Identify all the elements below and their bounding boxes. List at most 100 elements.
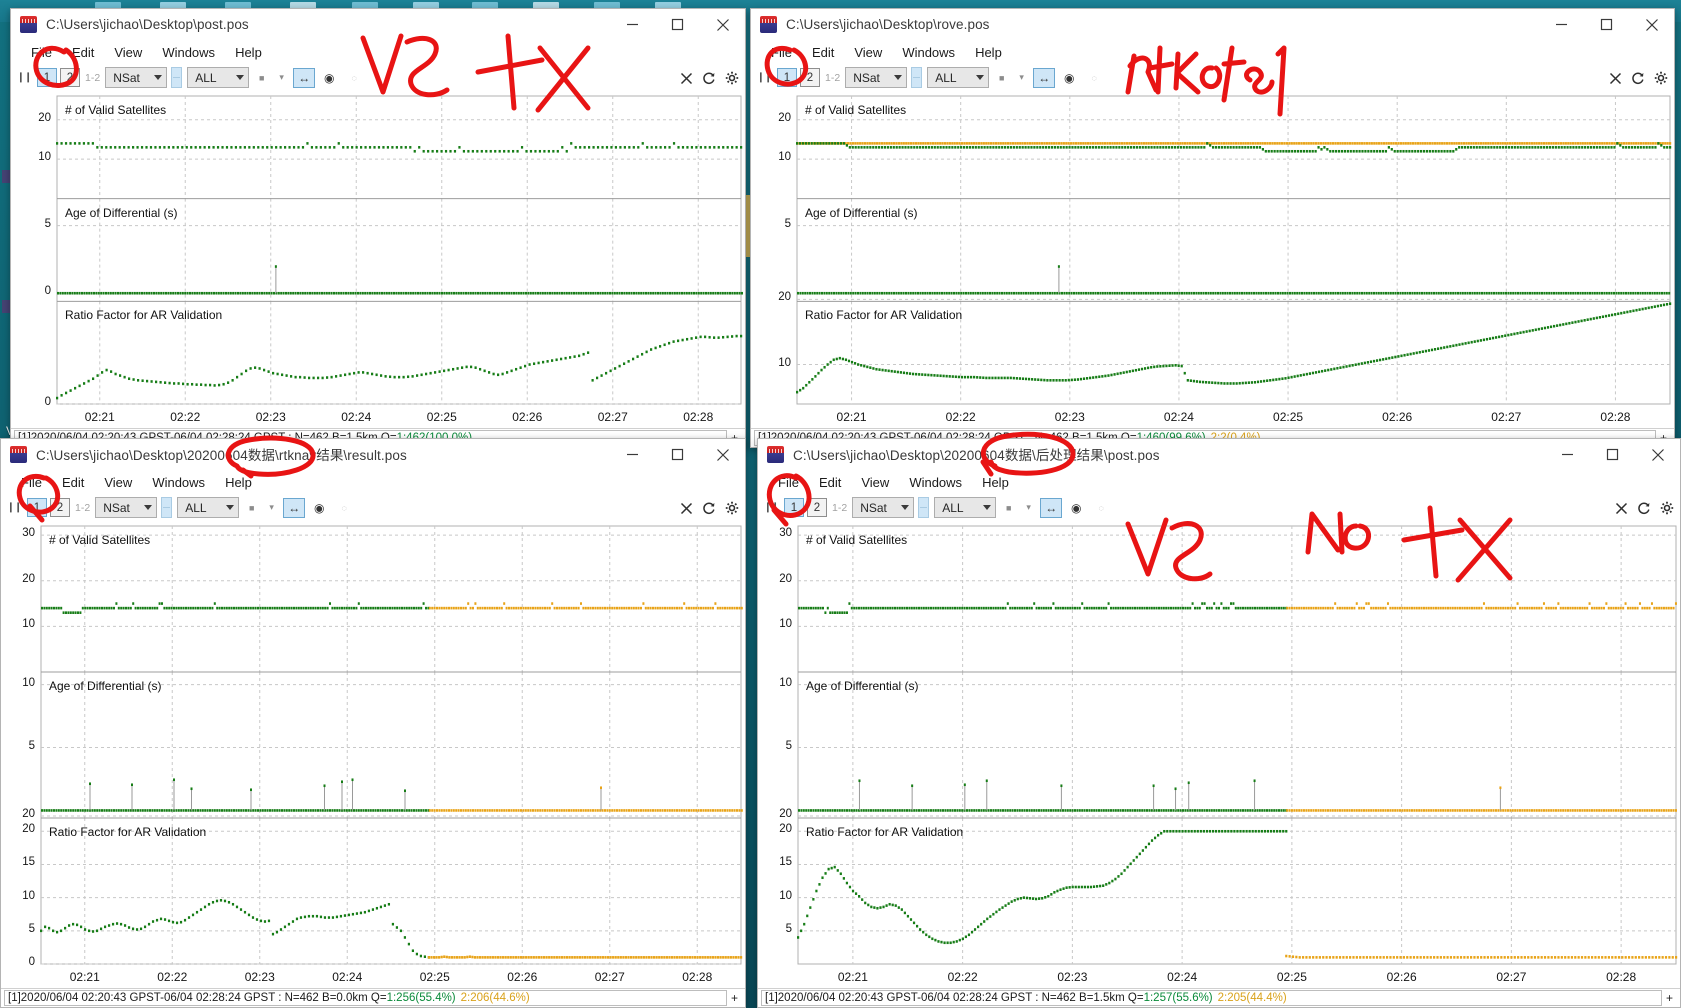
plot-type-combo[interactable]: NSat — [852, 497, 915, 518]
close-icon[interactable] — [1615, 502, 1628, 515]
window-titlebar[interactable]: C:\Users\jichao\Desktop\post.pos — [11, 9, 745, 40]
minimize-button[interactable] — [1539, 9, 1584, 40]
minimize-button[interactable] — [1545, 439, 1590, 470]
window-titlebar[interactable]: C:\Users\jichao\Desktop\rove.pos — [751, 9, 1674, 40]
center-target-icon[interactable]: ◉ — [1058, 68, 1080, 88]
menu-item-view[interactable]: View — [94, 473, 142, 492]
solution-2-button[interactable]: 2 — [50, 498, 70, 517]
menu-item-help[interactable]: Help — [215, 473, 262, 492]
value-spinner[interactable] — [911, 67, 923, 88]
status-expand-icon[interactable]: + — [727, 991, 742, 1005]
circle-icon[interactable]: ◌ — [1083, 68, 1105, 88]
minimize-button[interactable] — [610, 9, 655, 40]
fit-width-icon[interactable]: ↔ — [293, 67, 316, 88]
solution-1-button[interactable]: 1 — [777, 68, 797, 87]
satellite-filter-combo[interactable]: ALL — [177, 497, 240, 518]
plot-canvas[interactable] — [758, 522, 1681, 990]
window-titlebar[interactable]: C:\Users\jichao\Desktop\20200604数据\后处理结果… — [758, 439, 1680, 470]
small-dot-icon[interactable]: ■ — [1000, 499, 1017, 516]
minimize-button[interactable] — [610, 439, 655, 470]
menu-item-windows[interactable]: Windows — [152, 43, 225, 62]
maximize-button[interactable] — [655, 439, 700, 470]
caret-down-icon[interactable]: ▾ — [1020, 499, 1037, 516]
menu-item-help[interactable]: Help — [225, 43, 272, 62]
refresh-icon[interactable] — [702, 501, 716, 515]
center-target-icon[interactable]: ◉ — [308, 498, 330, 518]
circle-icon[interactable]: ◌ — [343, 68, 365, 88]
circle-icon[interactable]: ◌ — [1090, 498, 1112, 518]
menu-item-help[interactable]: Help — [972, 473, 1019, 492]
window-titlebar[interactable]: C:\Users\jichao\Desktop\20200604数据\rtkna… — [1, 439, 745, 470]
menu-item-windows[interactable]: Windows — [899, 473, 972, 492]
plot-type-combo[interactable]: NSat — [105, 67, 168, 88]
center-target-icon[interactable]: ◉ — [318, 68, 340, 88]
refresh-icon[interactable] — [1637, 501, 1651, 515]
menu-item-edit[interactable]: Edit — [802, 43, 844, 62]
value-spinner[interactable] — [161, 497, 173, 518]
pause-icon[interactable]: ❙❙ — [15, 70, 33, 86]
value-spinner[interactable] — [171, 67, 183, 88]
menu-item-edit[interactable]: Edit — [809, 473, 851, 492]
close-icon[interactable] — [680, 72, 693, 85]
caret-down-icon[interactable]: ▾ — [273, 69, 290, 86]
solution-12-label[interactable]: 1-2 — [85, 72, 100, 84]
menu-item-windows[interactable]: Windows — [142, 473, 215, 492]
menu-item-windows[interactable]: Windows — [892, 43, 965, 62]
plot-canvas[interactable] — [11, 92, 746, 430]
gear-icon[interactable] — [1660, 501, 1674, 515]
satellite-filter-combo[interactable]: ALL — [934, 497, 997, 518]
caret-down-icon[interactable]: ▾ — [1013, 69, 1030, 86]
refresh-icon[interactable] — [702, 71, 716, 85]
plot-area[interactable]: 20 10 # of Valid Satellites 5 0 Age of Differ… — [11, 92, 746, 430]
gear-icon[interactable] — [1654, 71, 1668, 85]
menu-item-file[interactable]: File — [761, 43, 802, 62]
close-icon[interactable] — [680, 502, 693, 515]
plot-type-combo[interactable]: NSat — [845, 67, 908, 88]
close-icon[interactable] — [1609, 72, 1622, 85]
solution-2-button[interactable]: 2 — [60, 68, 80, 87]
pause-icon[interactable]: ❙❙ — [5, 500, 23, 516]
pause-icon[interactable]: ❙❙ — [762, 500, 780, 516]
maximize-button[interactable] — [1584, 9, 1629, 40]
satellite-filter-combo[interactable]: ALL — [187, 67, 250, 88]
status-expand-icon[interactable]: + — [1662, 991, 1677, 1005]
value-spinner[interactable] — [918, 497, 930, 518]
menu-item-view[interactable]: View — [104, 43, 152, 62]
menu-item-view[interactable]: View — [844, 43, 892, 62]
fit-width-icon[interactable]: ↔ — [1040, 497, 1063, 518]
plot-area[interactable]: 30 20 10 # of Valid Satellites 10 5 20 Age of D… — [1, 522, 746, 990]
gear-icon[interactable] — [725, 71, 739, 85]
close-button[interactable] — [700, 439, 745, 470]
solution-1-button[interactable]: 1 — [27, 498, 47, 517]
menu-item-file[interactable]: File — [11, 473, 52, 492]
plot-area[interactable]: 20 10 # of Valid Satellites 5 20 Age of Diffe… — [751, 92, 1675, 430]
close-button[interactable] — [1635, 439, 1680, 470]
plot-canvas[interactable] — [751, 92, 1675, 430]
solution-2-button[interactable]: 2 — [807, 498, 827, 517]
plot-area[interactable]: 30 20 10 # of Valid Satellites 10 5 20 Age of D… — [758, 522, 1681, 990]
menu-item-edit[interactable]: Edit — [52, 473, 94, 492]
menu-item-help[interactable]: Help — [965, 43, 1012, 62]
satellite-filter-combo[interactable]: ALL — [927, 67, 990, 88]
solution-12-label[interactable]: 1-2 — [75, 502, 90, 514]
caret-down-icon[interactable]: ▾ — [263, 499, 280, 516]
menu-item-file[interactable]: File — [21, 43, 62, 62]
solution-1-button[interactable]: 1 — [784, 498, 804, 517]
plot-canvas[interactable] — [1, 522, 746, 990]
menu-item-edit[interactable]: Edit — [62, 43, 104, 62]
center-target-icon[interactable]: ◉ — [1065, 498, 1087, 518]
refresh-icon[interactable] — [1631, 71, 1645, 85]
close-button[interactable] — [700, 9, 745, 40]
maximize-button[interactable] — [655, 9, 700, 40]
solution-12-label[interactable]: 1-2 — [825, 72, 840, 84]
maximize-button[interactable] — [1590, 439, 1635, 470]
small-dot-icon[interactable]: ■ — [993, 69, 1010, 86]
menu-item-view[interactable]: View — [851, 473, 899, 492]
small-dot-icon[interactable]: ■ — [253, 69, 270, 86]
solution-1-button[interactable]: 1 — [37, 68, 57, 87]
close-button[interactable] — [1629, 9, 1674, 40]
menu-item-file[interactable]: File — [768, 473, 809, 492]
solution-12-label[interactable]: 1-2 — [832, 502, 847, 514]
plot-type-combo[interactable]: NSat — [95, 497, 158, 518]
circle-icon[interactable]: ◌ — [333, 498, 355, 518]
